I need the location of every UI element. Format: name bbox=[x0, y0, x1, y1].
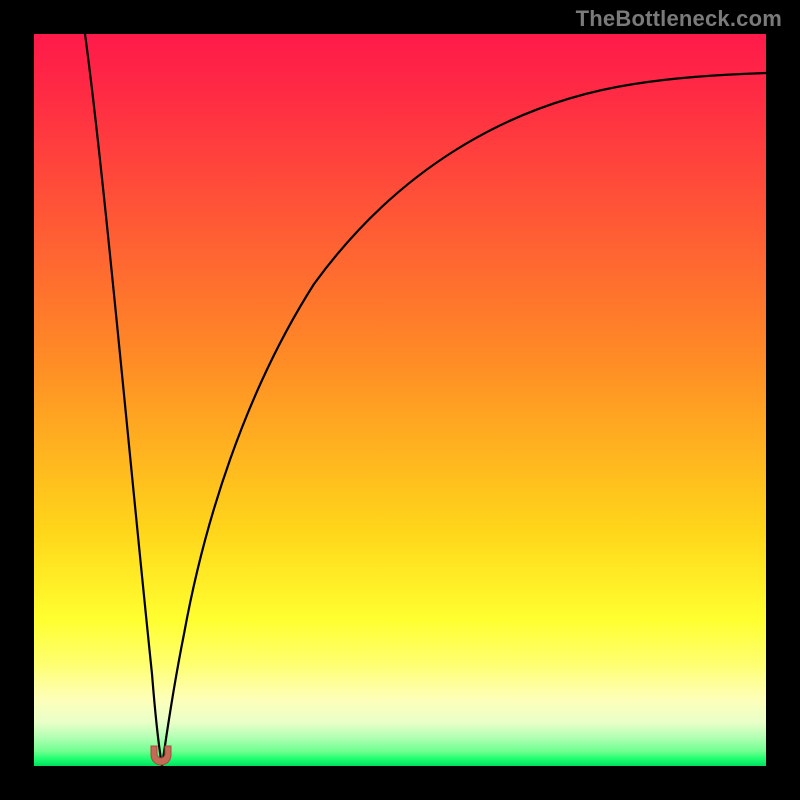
minimum-marker bbox=[148, 744, 174, 766]
attribution-text: TheBottleneck.com bbox=[576, 6, 782, 32]
bottleneck-curves bbox=[34, 34, 766, 766]
chart-frame: TheBottleneck.com bbox=[0, 0, 800, 800]
plot-area bbox=[34, 34, 766, 766]
curve-left-branch bbox=[85, 34, 162, 766]
curve-right-branch bbox=[162, 73, 766, 766]
